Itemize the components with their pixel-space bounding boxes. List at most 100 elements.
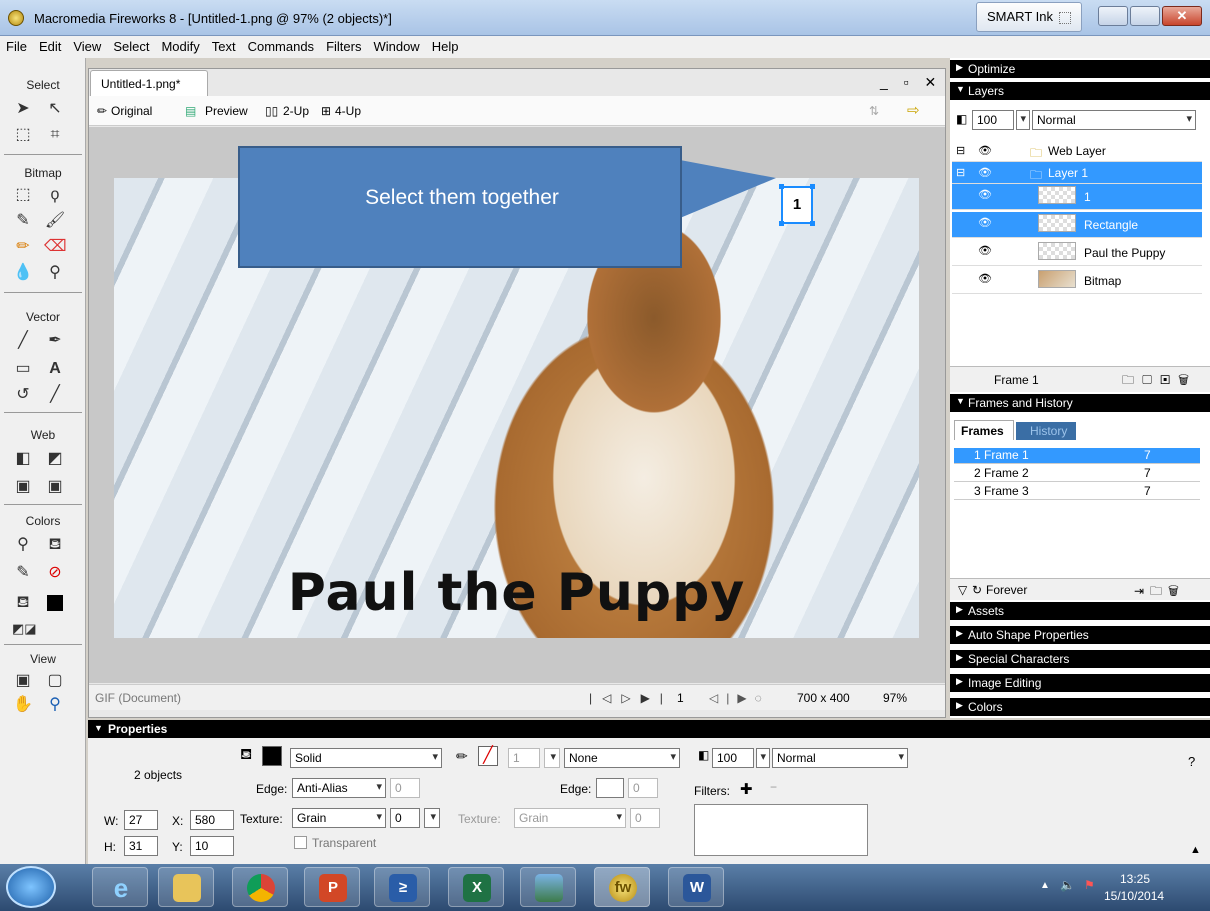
filters-list[interactable] xyxy=(694,804,868,856)
standard-screen-icon[interactable]: ▣ xyxy=(12,670,34,692)
selection-handle[interactable] xyxy=(779,184,784,189)
tray-arrow-icon[interactable]: ▲ xyxy=(1040,880,1050,891)
object-row-paul-the-puppy[interactable]: 👁 Paul the Puppy xyxy=(952,240,1202,266)
loop-icon[interactable]: ↻ xyxy=(972,583,982,597)
pen-tool-icon[interactable]: ✒ xyxy=(44,330,66,352)
opacity-dropdown[interactable] xyxy=(756,748,770,768)
fill-type-select[interactable]: Solid xyxy=(290,748,442,768)
full-screen-icon[interactable]: ▢ xyxy=(44,670,66,692)
help-icon[interactable]: ? xyxy=(1188,754,1195,769)
magic-wand-icon[interactable]: ✎ xyxy=(12,210,34,232)
eye-icon[interactable]: 👁 xyxy=(978,216,994,229)
rectangle-tool-icon[interactable]: ▭ xyxy=(12,358,34,380)
eraser-tool-icon[interactable]: ⌫ xyxy=(44,236,67,258)
puppy-caption-text[interactable]: Paul the Puppy xyxy=(114,563,919,623)
layers-blend-select[interactable]: Normal xyxy=(1032,110,1196,130)
edge-value-field[interactable]: 0 xyxy=(390,778,420,798)
smart-ink-button[interactable]: SMART Ink xyxy=(976,2,1082,32)
stroke-type-select[interactable]: None xyxy=(564,748,680,768)
eyedropper-icon[interactable]: ⚲ xyxy=(12,534,34,556)
lasso-tool-icon[interactable]: ϙ xyxy=(44,184,66,206)
menu-text[interactable]: Text xyxy=(206,36,242,54)
expand-icon[interactable]: ⊟ xyxy=(956,144,972,157)
line-tool-icon[interactable]: ╱ xyxy=(12,330,34,352)
freeform-tool-icon[interactable]: ↺ xyxy=(12,384,34,406)
slice-tool-icon[interactable]: ◩ xyxy=(44,448,66,470)
selected-objects[interactable]: 1 xyxy=(779,184,815,226)
layers-opacity-field[interactable]: 100 xyxy=(972,110,1014,130)
frame-row[interactable]: 2 Frame 2 7 xyxy=(954,466,1200,482)
view-2up-tab[interactable]: 2-Up xyxy=(283,104,309,118)
menu-file[interactable]: File xyxy=(0,36,33,54)
selection-handle[interactable] xyxy=(810,221,815,226)
menu-window[interactable]: Window xyxy=(367,36,425,54)
zoom-tool-icon[interactable]: ⚲ xyxy=(44,694,66,716)
object-row-bitmap[interactable]: 👁 Bitmap xyxy=(952,268,1202,294)
eye-icon[interactable]: 👁 xyxy=(978,244,994,257)
frame-row[interactable]: 1 Frame 1 7 xyxy=(954,448,1200,464)
document-tab[interactable]: Untitled-1.png* xyxy=(90,70,208,96)
collapse-properties-icon[interactable]: ▲ xyxy=(1190,844,1201,856)
object-row-rectangle[interactable]: 👁 Rectangle xyxy=(952,212,1202,238)
height-field[interactable]: 31 xyxy=(124,836,158,856)
knife-tool-icon[interactable]: ╱ xyxy=(44,384,66,406)
menu-view[interactable]: View xyxy=(67,36,107,54)
onion-skin-icon[interactable]: ▽ xyxy=(958,583,967,597)
volume-icon[interactable]: 🔈 xyxy=(1060,878,1075,892)
show-slices-icon[interactable]: ▣ xyxy=(44,476,66,498)
auto-shape-properties-header[interactable]: ▶ Auto Shape Properties xyxy=(950,626,1210,644)
close-button[interactable]: ✕ xyxy=(1162,6,1202,26)
image-editing-header[interactable]: ▶ Image Editing xyxy=(950,674,1210,692)
frame-nav-controls[interactable]: ◁|▶◌ xyxy=(709,691,770,705)
start-button[interactable] xyxy=(6,866,56,908)
properties-header[interactable]: ▼ Properties xyxy=(88,720,1210,738)
frame-action-icons[interactable]: ⇥🗀🗑 xyxy=(1134,582,1185,603)
clock-time[interactable]: 13:25 xyxy=(1120,872,1150,886)
frame-row[interactable]: 3 Frame 3 7 xyxy=(954,484,1200,500)
optimize-panel-header[interactable]: ▶ Optimize xyxy=(950,60,1210,78)
maximize-button[interactable] xyxy=(1130,6,1160,26)
pencil-tool-icon[interactable]: ✏ xyxy=(12,236,34,258)
x-field[interactable]: 580 xyxy=(190,810,234,830)
brush-tool-icon[interactable]: 🖌 xyxy=(44,210,66,232)
taskbar-photo-viewer[interactable] xyxy=(520,867,576,907)
texture-select[interactable]: Grain xyxy=(292,808,386,828)
layers-panel-header[interactable]: ▼ Layers xyxy=(950,82,1210,100)
taskbar-explorer[interactable] xyxy=(158,867,214,907)
pointer-tool-icon[interactable]: ➤ xyxy=(12,98,34,120)
eye-icon[interactable]: 👁 xyxy=(978,144,994,157)
paint-bucket-icon[interactable]: ⛾ xyxy=(44,534,66,556)
fill-color-icon[interactable]: ⛾ xyxy=(12,592,34,614)
fill-color-swatch[interactable] xyxy=(262,746,282,766)
edge-select[interactable]: Anti-Alias xyxy=(292,778,386,798)
stroke-edge-value-field[interactable]: 0 xyxy=(628,778,658,798)
view-original-tab[interactable]: Original xyxy=(111,104,152,118)
stroke-texture-select[interactable]: Grain xyxy=(514,808,626,828)
menu-help[interactable]: Help xyxy=(426,36,465,54)
expand-icon[interactable]: ⊟ xyxy=(956,166,972,179)
stroke-edge-field[interactable] xyxy=(596,778,624,798)
export-icon[interactable]: ⇅ xyxy=(869,104,879,118)
object-row-text-1[interactable]: 👁 1 xyxy=(952,184,1202,210)
default-colors-icon[interactable]: ◩◪ xyxy=(12,618,37,640)
network-icon[interactable]: ⚑ xyxy=(1084,878,1095,892)
special-characters-header[interactable]: ▶ Special Characters xyxy=(950,650,1210,668)
opacity-field[interactable]: 100 xyxy=(712,748,754,768)
stroke-color-swatch[interactable]: ╱ xyxy=(478,746,498,766)
minimize-button[interactable] xyxy=(1098,6,1128,26)
tab-history[interactable]: History xyxy=(1016,422,1076,440)
menu-select[interactable]: Select xyxy=(107,36,155,54)
colors-panel-header[interactable]: ▶ Colors xyxy=(950,698,1210,716)
remove-filter-icon[interactable]: − xyxy=(770,780,777,794)
taskbar-fireworks[interactable]: fw xyxy=(594,867,650,907)
layer-row-web-layer[interactable]: ⊟ 👁 🗀 Web Layer xyxy=(952,140,1202,162)
taskbar-powerpoint[interactable]: P xyxy=(304,867,360,907)
rubber-stamp-icon[interactable]: ⚲ xyxy=(44,262,66,284)
selection-handle[interactable] xyxy=(779,221,784,226)
fill-swatch-icon[interactable] xyxy=(47,595,63,611)
subselect-tool-icon[interactable]: ↖ xyxy=(44,98,66,120)
stroke-none-swatch-icon[interactable]: ⊘ xyxy=(44,562,66,584)
crop-tool-icon[interactable]: ⌗ xyxy=(44,124,66,146)
y-field[interactable]: 10 xyxy=(190,836,234,856)
eye-icon[interactable]: 👁 xyxy=(978,272,994,285)
